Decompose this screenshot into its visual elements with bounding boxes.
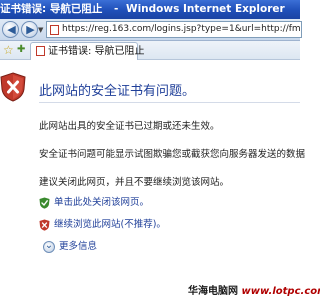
- back-button[interactable]: ◀: [2, 21, 19, 38]
- address-input[interactable]: https://reg.163.com/logins.jsp?type=1&ur…: [46, 21, 302, 38]
- favorites-star-icon[interactable]: ☆: [3, 43, 14, 57]
- warning-text: 安全证书问题可能显示试图欺骗您或截获您向服务器发送的数据: [39, 149, 306, 160]
- divider: [39, 102, 300, 103]
- explanation-text: 此网站出具的安全证书已过期或还未生效。: [39, 121, 220, 132]
- watermark-url: www.lotpc.com: [241, 286, 320, 297]
- tab-bar: ☆ ✚ 证书错误: 导航已阻止: [0, 41, 300, 60]
- page-title: 此网站的安全证书有问题。: [39, 84, 196, 99]
- add-favorites-icon[interactable]: ✚: [17, 44, 25, 56]
- red-shield-x-icon: [39, 219, 50, 231]
- continue-to-site-link[interactable]: 继续浏览此网站(不推荐)。: [54, 218, 166, 232]
- window-title-bar: 证书错误: 导航已阻止 - Windows Internet Explorer: [0, 0, 300, 19]
- back-arrow-icon: ◀: [7, 23, 16, 36]
- watermark-label: 华海电脑网: [188, 286, 238, 297]
- tab-label: 证书错误: 导航已阻止: [48, 46, 145, 57]
- watermark: 华海电脑网 www.lotpc.com: [188, 282, 320, 297]
- forward-arrow-icon: ▶: [26, 23, 35, 36]
- address-url-text: https://reg.163.com/logins.jsp?type=1&ur…: [62, 24, 301, 34]
- page-icon: [50, 25, 59, 35]
- page-content: 此网站的安全证书有问题。 此网站出具的安全证书已过期或还未生效。 安全证书问题可…: [0, 61, 305, 300]
- tab-page-icon: [36, 46, 45, 56]
- recommendation-text: 建议关闭此网页，并且不要继续浏览该网站。: [39, 177, 230, 188]
- address-toolbar: ◀ ▶ ▼ https://reg.163.com/logins.jsp?typ…: [0, 19, 302, 41]
- green-shield-check-icon: [39, 197, 50, 209]
- window-title-app: Windows Internet Explorer: [126, 3, 285, 15]
- window-title-page: 证书错误: 导航已阻止: [0, 3, 103, 15]
- forward-button[interactable]: ▶: [21, 21, 38, 38]
- more-info-label[interactable]: 更多信息: [59, 240, 97, 254]
- close-page-link[interactable]: 单击此处关闭该网页。: [54, 196, 149, 210]
- tab-certificate-error[interactable]: 证书错误: 导航已阻止: [30, 42, 145, 60]
- recent-pages-dropdown-icon[interactable]: ▼: [38, 26, 43, 34]
- chevron-down-icon: ⌄: [43, 240, 55, 253]
- window-title-separator: -: [114, 3, 119, 15]
- red-shield-x-icon: [0, 72, 26, 102]
